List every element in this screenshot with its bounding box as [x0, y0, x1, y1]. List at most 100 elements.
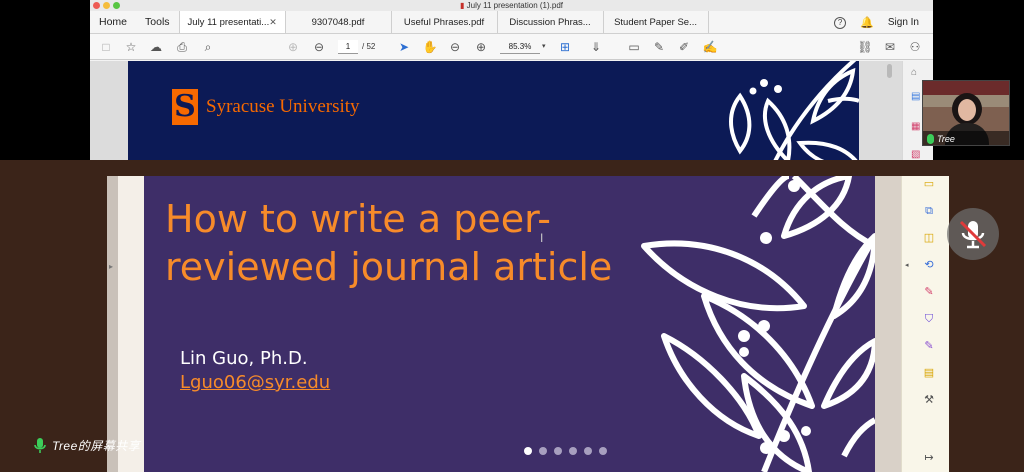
slide-page-dots [524, 447, 607, 455]
sign-in-link[interactable]: Sign In [888, 17, 919, 28]
maximize-window-button[interactable] [113, 2, 120, 9]
comment-icon[interactable]: ▭ [626, 39, 642, 55]
text-cursor-icon: I [540, 231, 544, 245]
muted-microphone-icon [959, 220, 987, 249]
chevron-down-icon[interactable]: ▾ [542, 40, 546, 54]
slide-dot[interactable] [599, 447, 607, 455]
sign-pen-icon[interactable]: ✎ [922, 339, 936, 353]
tab-home[interactable]: Home [90, 11, 136, 33]
left-background [0, 160, 107, 472]
microphone-icon [34, 437, 46, 453]
slide-dot[interactable] [569, 447, 577, 455]
scroll-mode-icon[interactable]: ⇓ [588, 39, 604, 55]
right-background [949, 160, 1024, 472]
participant-face [958, 99, 976, 121]
highlight-pen-icon[interactable]: ✎ [651, 39, 667, 55]
hand-tool-icon[interactable]: ✋ [422, 39, 438, 55]
share-link-icon[interactable]: ⛓ [857, 39, 873, 55]
minimize-window-button[interactable] [103, 2, 110, 9]
slide-author: Lin Guo, Ph.D. [180, 348, 308, 369]
screen-share-text: Tree的屏幕共享 [52, 439, 141, 453]
slide-dot[interactable] [554, 447, 562, 455]
more-tools-icon[interactable]: ⚒ [922, 393, 936, 407]
prev-page-icon[interactable]: ⊕ [285, 39, 301, 55]
participant-video-tile[interactable]: Tree [922, 80, 1010, 146]
select-arrow-icon[interactable]: ➤ [396, 39, 412, 55]
top-slide-preview: S Syracuse University [128, 61, 859, 176]
next-page-icon[interactable]: ⊖ [311, 39, 327, 55]
window-titlebar: ▮ July 11 presentation (1).pdf [90, 0, 933, 11]
doc-tab-label: 9307048.pdf [311, 16, 365, 28]
doc-tab-label: Useful Phrases.pdf [403, 16, 485, 28]
tab-bar: Home Tools July 11 presentati... ✕ 93070… [90, 11, 933, 34]
save-icon[interactable]: □ [98, 39, 114, 55]
doc-tab-student-paper[interactable]: Student Paper Se... [602, 11, 709, 33]
mute-button[interactable] [947, 208, 999, 260]
organize-pages-icon[interactable]: ⧉ [922, 204, 936, 218]
comment-tool-icon[interactable]: ▭ [922, 177, 936, 191]
microphone-icon [927, 134, 934, 144]
bell-icon[interactable]: 🔔 [860, 16, 874, 29]
slide-dot[interactable] [524, 447, 532, 455]
doc-tab-label: Discussion Phras... [509, 16, 591, 28]
right-tool-panel: ◂ ▭ ⧉ ◫ ⟲ ✎ ⛉ ✎ ▤ ⚒ ↦ [901, 176, 949, 472]
protect-shield-icon[interactable]: ⛉ [922, 312, 936, 326]
combine-icon[interactable]: ▧ [911, 149, 920, 160]
pdf-file-icon: ▮ [460, 1, 465, 10]
doc-tab-discussion-phrases[interactable]: Discussion Phras... [496, 11, 603, 33]
pdf-viewer-window: ▮ July 11 presentation (1).pdf Home Tool… [90, 0, 933, 176]
edit-pdf-icon[interactable]: ▤ [911, 91, 920, 102]
draw-icon[interactable]: ✐ [676, 39, 692, 55]
scan-icon[interactable]: ⟲ [922, 258, 936, 272]
edit-text-icon[interactable]: ✎ [922, 285, 936, 299]
shared-pdf-view: ▸ How to write a peer-reviewed journal a… [107, 176, 949, 472]
participant-name: Tree [937, 134, 955, 144]
slide-dot[interactable] [539, 447, 547, 455]
doc-tab-label: July 11 presentati... [187, 16, 270, 28]
page-total: / 52 [362, 42, 376, 51]
shared-screen: ▸ How to write a peer-reviewed journal a… [0, 160, 1024, 472]
slide-title: How to write a peer-reviewed journal art… [165, 197, 613, 289]
help-icon[interactable]: ? [834, 16, 847, 29]
right-margin [875, 176, 901, 472]
vertical-scrollbar[interactable] [887, 64, 892, 78]
doc-tab-july-11[interactable]: July 11 presentati... ✕ [178, 11, 285, 33]
tabbar-actions: ? 🔔 Sign In [834, 11, 933, 34]
page-fit-icon[interactable]: ⊞ [557, 39, 573, 55]
export-file-icon[interactable]: ▤ [922, 366, 936, 380]
close-tab-icon[interactable]: ✕ [269, 17, 277, 28]
expand-left-panel-icon[interactable]: ▸ [109, 262, 113, 271]
panel-expand-icon[interactable]: ↦ [922, 451, 936, 465]
laurel-decoration [729, 61, 859, 176]
tab-tools[interactable]: Tools [136, 11, 179, 33]
slide-email-link[interactable]: Lguo06@syr.edu [180, 372, 330, 393]
star-icon[interactable]: ☆ [123, 39, 139, 55]
zoom-out-icon[interactable]: ⊖ [447, 39, 463, 55]
top-document-area: S Syracuse University ⌂ ▤ ▦ ▧ [90, 61, 933, 176]
page-number-input[interactable]: 1 [338, 40, 358, 54]
doc-tab-useful-phrases[interactable]: Useful Phrases.pdf [390, 11, 497, 33]
collapse-panel-icon[interactable]: ◂ [905, 261, 909, 269]
email-icon[interactable]: ✉ [882, 39, 898, 55]
page-margin [118, 176, 144, 472]
export-icon[interactable]: ⌂ [911, 67, 917, 78]
zoom-level-field[interactable]: 85.3% [500, 40, 540, 54]
window-title: July 11 presentation (1).pdf [466, 1, 563, 10]
create-pdf-icon[interactable]: ▦ [911, 121, 920, 132]
close-window-button[interactable] [93, 2, 100, 9]
slide-dot[interactable] [584, 447, 592, 455]
left-gutter: ▸ [107, 176, 118, 472]
sign-icon[interactable]: ✍ [702, 39, 718, 55]
pdf-toolbar: □ ☆ ☁ ⎙ ⌕ ⊕ ⊖ 1 / 52 ➤ ✋ ⊖ ⊕ 85.3% ▾ ⊞ ⇓… [90, 34, 933, 60]
fill-sign-icon[interactable]: ◫ [922, 231, 936, 245]
screen-share-label: Tree的屏幕共享 [34, 437, 140, 454]
doc-tab-label: Student Paper Se... [614, 16, 697, 28]
title-slide: How to write a peer-reviewed journal art… [144, 176, 875, 472]
zoom-search-icon[interactable]: ⌕ [200, 39, 216, 55]
print-icon[interactable]: ⎙ [174, 39, 190, 55]
doc-tab-9307048[interactable]: 9307048.pdf [284, 11, 391, 33]
cloud-upload-icon[interactable]: ☁ [148, 39, 164, 55]
add-user-icon[interactable]: ⚇ [907, 39, 923, 55]
participant-name-bar: Tree [923, 131, 1009, 145]
zoom-in-icon[interactable]: ⊕ [473, 39, 489, 55]
